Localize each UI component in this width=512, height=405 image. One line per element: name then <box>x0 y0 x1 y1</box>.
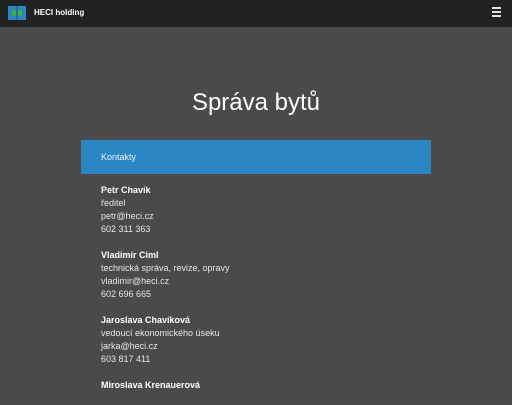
contacts-list: Petr Chavík ředitel petr@heci.cz 602 311… <box>101 184 421 405</box>
contact-name: Miroslava Krenauerová <box>101 380 201 390</box>
contact-phone: 603 817 411 <box>101 354 151 364</box>
contact-role: ředitel <box>101 198 126 208</box>
contact-item: Miroslava Krenauerová <box>101 379 421 392</box>
contact-name: Jaroslava Chavíková <box>101 315 191 325</box>
contact-email-link[interactable]: vladimir@heci.cz <box>101 275 421 288</box>
contact-email-link[interactable]: petr@heci.cz <box>101 210 421 223</box>
contact-phone: 602 311 363 <box>101 224 151 234</box>
contact-name: Petr Chavík <box>101 185 151 195</box>
section-header-band: Kontakty <box>81 140 431 174</box>
hamburger-menu-icon[interactable] <box>492 7 502 18</box>
section-label: Kontakty <box>101 152 137 162</box>
contact-item: Petr Chavík ředitel petr@heci.cz 602 311… <box>101 184 421 236</box>
contact-item: Jaroslava Chavíková vedoucí ekonomického… <box>101 314 421 366</box>
contact-item: Vladimír Ciml technická správa, revize, … <box>101 249 421 301</box>
contact-name: Vladimír Ciml <box>101 250 159 260</box>
contact-role: vedoucí ekonomického úseku <box>101 328 220 338</box>
contact-email-link[interactable]: jarka@heci.cz <box>101 340 421 353</box>
heci-logo-icon[interactable] <box>8 6 26 20</box>
page-title: Správa bytů <box>191 89 321 116</box>
contact-role: technická správa, revize, opravy <box>101 263 230 273</box>
contact-phone: 602 696 665 <box>101 289 152 299</box>
brand-name[interactable]: HECI holding <box>34 8 84 18</box>
top-navbar: HECI holding <box>0 0 512 27</box>
